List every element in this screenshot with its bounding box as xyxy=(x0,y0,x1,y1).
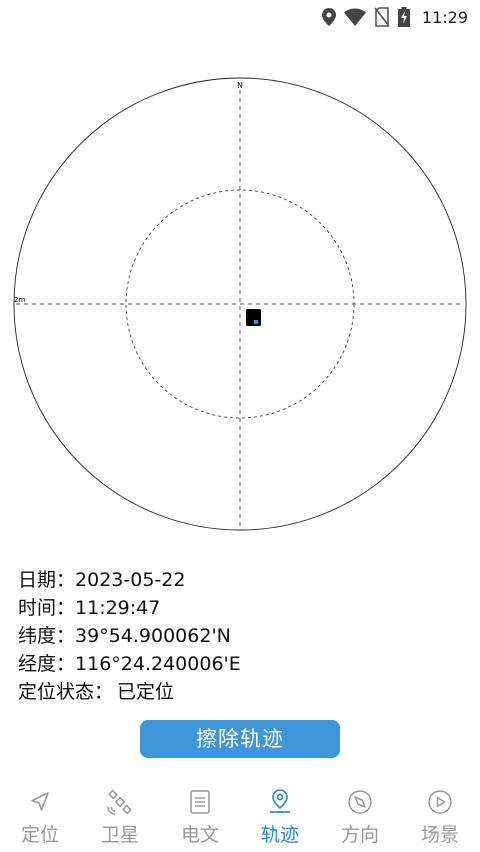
location-icon xyxy=(321,8,336,26)
battery-charging-icon xyxy=(397,7,410,27)
satellite-icon xyxy=(107,786,133,818)
clear-track-button[interactable]: 擦除轨迹 xyxy=(140,720,340,758)
wifi-icon xyxy=(343,8,366,26)
tab-satellite-label: 卫星 xyxy=(100,824,139,846)
current-position-marker xyxy=(246,309,261,326)
status-clock: 11:29 xyxy=(421,7,468,27)
tab-satellite[interactable]: 卫星 xyxy=(80,786,160,852)
longitude-value: 116°24.240006'E xyxy=(75,653,241,675)
north-label: N xyxy=(237,81,243,90)
track-radar: N 2m xyxy=(13,77,467,531)
fix-status-row: 定位状态： 已定位 xyxy=(18,678,241,706)
time-value: 11:29:47 xyxy=(75,597,161,619)
fix-status-value: 已定位 xyxy=(117,681,175,703)
status-bar: 11:29 xyxy=(0,0,480,34)
play-circle-icon xyxy=(427,786,453,818)
time-label: 时间： xyxy=(18,597,76,619)
date-label: 日期： xyxy=(18,569,76,591)
tab-scene[interactable]: 场景 xyxy=(400,786,480,852)
time-row: 时间：11:29:47 xyxy=(18,594,241,622)
map-pin-icon xyxy=(267,786,293,818)
status-icons: 11:29 xyxy=(321,6,468,28)
bottom-tab-bar: 定位 卫星 电文 轨迹 方向 场景 xyxy=(0,786,480,852)
no-sim-icon xyxy=(374,7,390,27)
latitude-value: 39°54.900062'N xyxy=(75,625,231,647)
location-info-panel: 日期：2023-05-22 时间：11:29:47 纬度：39°54.90006… xyxy=(18,566,241,706)
compass-icon xyxy=(347,786,373,818)
tab-location[interactable]: 定位 xyxy=(0,786,80,852)
tab-direction[interactable]: 方向 xyxy=(320,786,400,852)
tab-scene-label: 场景 xyxy=(420,824,459,846)
tab-track-label: 轨迹 xyxy=(260,824,299,846)
scale-label: 2m xyxy=(14,296,25,304)
latitude-label: 纬度： xyxy=(18,625,76,647)
tab-message[interactable]: 电文 xyxy=(160,786,240,852)
navigation-arrow-icon xyxy=(28,786,52,818)
date-value: 2023-05-22 xyxy=(75,569,186,591)
document-icon xyxy=(189,786,211,818)
tab-track[interactable]: 轨迹 xyxy=(240,786,320,852)
latitude-row: 纬度：39°54.900062'N xyxy=(18,622,241,650)
longitude-label: 经度： xyxy=(18,653,76,675)
tab-direction-label: 方向 xyxy=(340,824,379,846)
tab-message-label: 电文 xyxy=(180,824,219,846)
longitude-row: 经度：116°24.240006'E xyxy=(18,650,241,678)
date-row: 日期：2023-05-22 xyxy=(18,566,241,594)
fix-status-label: 定位状态： xyxy=(18,681,114,703)
tab-location-label: 定位 xyxy=(20,824,59,846)
